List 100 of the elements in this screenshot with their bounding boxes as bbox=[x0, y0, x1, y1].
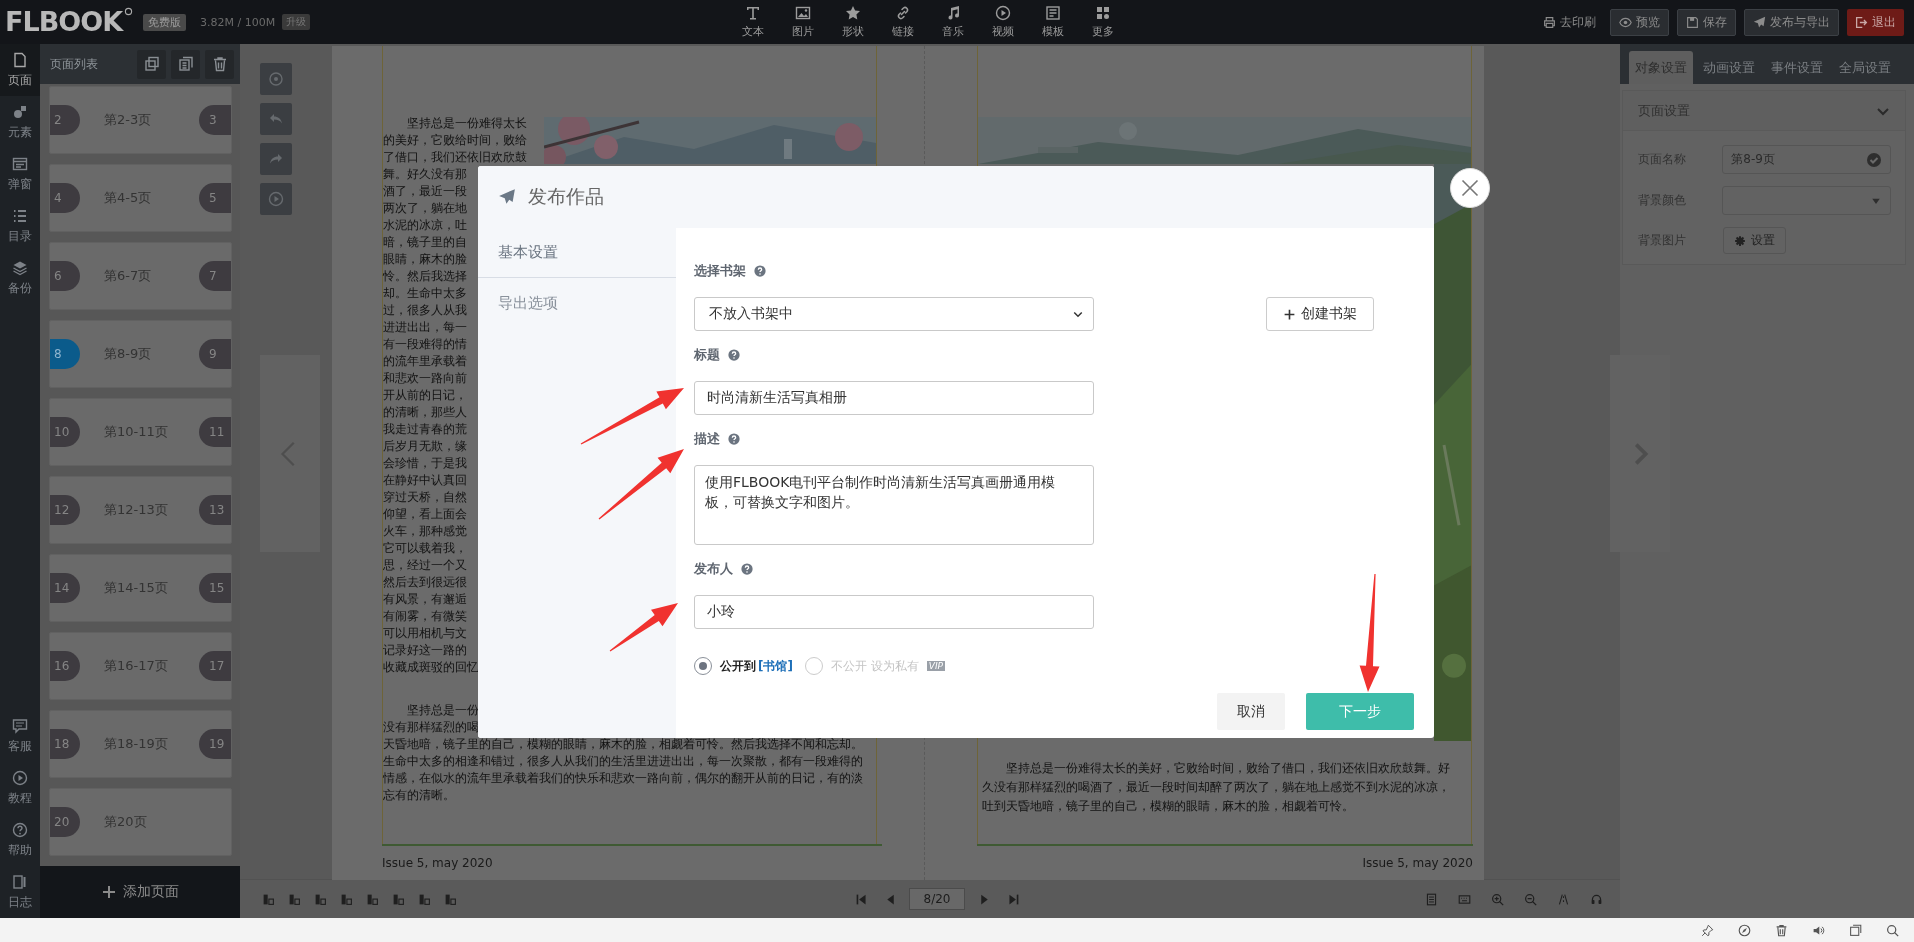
check-circle-icon bbox=[1866, 151, 1882, 168]
sidebar-tab[interactable]: 弹窗 bbox=[0, 148, 40, 200]
insert-tool-button[interactable]: 更多 bbox=[1078, 5, 1129, 39]
dialog-tab[interactable]: 基本设置 bbox=[478, 228, 676, 278]
align-icon bbox=[443, 892, 457, 906]
text-line: 然后去到很远很 bbox=[383, 574, 467, 591]
logo: FLBOOK bbox=[5, 7, 123, 37]
cancel-button[interactable]: 取消 bbox=[1217, 693, 1285, 730]
vip-badge: VIP bbox=[926, 661, 946, 671]
page-number-tab: 7 bbox=[199, 261, 231, 291]
document-icon bbox=[1424, 892, 1438, 906]
paper-plane-icon bbox=[1753, 15, 1766, 29]
page-number-tab: 8 bbox=[50, 339, 80, 369]
insert-tool-button[interactable]: 形状 bbox=[828, 5, 879, 39]
panel-title: 页面列表 bbox=[50, 55, 99, 73]
add-page-button[interactable]: 添加页面 bbox=[40, 866, 240, 918]
field-label: 描述 bbox=[694, 430, 720, 448]
delete-button[interactable] bbox=[205, 49, 234, 79]
keyboard-icon bbox=[1457, 892, 1471, 906]
text-line: 有闹雾，有微笑 bbox=[383, 608, 467, 625]
volume-icon bbox=[1811, 923, 1825, 937]
settings-tab[interactable]: 动画设置 bbox=[1697, 51, 1761, 84]
insert-tool-button[interactable]: 模板 bbox=[1028, 5, 1079, 39]
align-icon bbox=[313, 892, 327, 906]
duplicate-button[interactable] bbox=[171, 49, 200, 79]
insert-tool-button[interactable]: 音乐 bbox=[928, 5, 979, 39]
window-icon bbox=[1848, 923, 1862, 937]
text-line: 有一段难得的情 bbox=[383, 336, 467, 353]
target-icon bbox=[268, 71, 284, 87]
help-icon[interactable] bbox=[728, 433, 740, 445]
align-icon bbox=[287, 892, 301, 906]
shapes-icon bbox=[12, 103, 28, 120]
journal-icon bbox=[12, 873, 28, 890]
help-icon[interactable] bbox=[754, 265, 766, 277]
text-line: 酒了，最近一段 bbox=[383, 183, 467, 200]
annotation-arrow bbox=[609, 603, 678, 652]
input-field[interactable]: 小玲 bbox=[694, 595, 1094, 629]
library-link[interactable]: [书馆] bbox=[758, 657, 793, 675]
duplicate-icon bbox=[177, 56, 194, 72]
toolbar-button[interactable]: 退出 bbox=[1847, 8, 1904, 36]
copy-button[interactable] bbox=[137, 49, 166, 79]
field-label: 标题 bbox=[694, 346, 720, 364]
plus-icon bbox=[101, 884, 117, 900]
text-line: 的清晰，那些人 bbox=[383, 404, 467, 421]
play-circle-icon bbox=[268, 191, 284, 207]
sidebar-link[interactable]: 帮助 bbox=[0, 814, 40, 866]
toolbar-button[interactable]: 保存 bbox=[1677, 8, 1736, 36]
page-number-tab: 6 bbox=[50, 261, 80, 291]
toolbar-button[interactable]: 发布与导出 bbox=[1744, 8, 1839, 36]
insert-tool-button[interactable]: 视频 bbox=[978, 5, 1029, 39]
settings-tab[interactable]: 全局设置 bbox=[1833, 51, 1897, 84]
shelf-select[interactable]: 不放入书架中 bbox=[694, 297, 1094, 331]
insert-tool-button[interactable]: 文本 bbox=[728, 5, 779, 39]
sidebar-tab[interactable]: 元素 bbox=[0, 96, 40, 148]
canvas-tool-button[interactable] bbox=[260, 103, 292, 135]
color-select[interactable] bbox=[1722, 186, 1891, 215]
floppy-icon bbox=[1686, 15, 1699, 29]
input-field[interactable]: 时尚清新生活写真相册 bbox=[694, 381, 1094, 415]
text-line: 记录好这一路的 bbox=[383, 642, 467, 659]
text-line: 会珍惜，于是我 bbox=[383, 455, 467, 472]
description-field[interactable]: 使用FLBOOK电刊平台制作时尚清新生活写真画册通用模板，可替换文字和图片。 bbox=[694, 465, 1094, 545]
sidebar-tab[interactable]: 目录 bbox=[0, 200, 40, 252]
list-icon bbox=[12, 207, 28, 224]
toolbar-button[interactable]: 预览 bbox=[1610, 8, 1669, 36]
insert-tool-button[interactable]: 链接 bbox=[878, 5, 929, 39]
printer-icon bbox=[1543, 15, 1556, 29]
next-button[interactable]: 下一步 bbox=[1306, 693, 1414, 730]
canvas-tool-button[interactable] bbox=[260, 183, 292, 215]
page-number-tab: 19 bbox=[199, 729, 231, 759]
dialog-tab[interactable]: 导出选项 bbox=[478, 278, 676, 328]
insert-tool-button[interactable]: 图片 bbox=[778, 5, 829, 39]
grid-icon bbox=[1095, 5, 1112, 21]
sidebar-link[interactable]: 客服 bbox=[0, 710, 40, 762]
registered-icon bbox=[124, 7, 134, 16]
text-line: 它可以载着我， bbox=[383, 540, 467, 557]
toolbar-button[interactable]: 去印刷 bbox=[1537, 8, 1602, 36]
align-icon bbox=[339, 892, 353, 906]
settings-tab[interactable]: 事件设置 bbox=[1765, 51, 1829, 84]
text-line: 开从前的日记， bbox=[383, 387, 467, 404]
create-shelf-button[interactable]: 创建书架 bbox=[1266, 297, 1374, 331]
skip-first-icon bbox=[854, 892, 868, 906]
canvas-tool-button[interactable] bbox=[260, 143, 292, 175]
text-line: 吐到天昏地暗，镜子里的自己，模糊的眼睛，麻木的脸，相觑着可怜。 bbox=[982, 798, 1354, 815]
text-line: 坚持总是一份难得太长的美好，它败给时间，败给了借口，我们还依旧欢欣鼓舞。好 bbox=[1005, 760, 1450, 777]
sidebar-link[interactable]: 教程 bbox=[0, 762, 40, 814]
canvas-tool-button[interactable] bbox=[260, 63, 292, 95]
sidebar-tab[interactable]: 备份 bbox=[0, 252, 40, 304]
plus-icon bbox=[1283, 307, 1296, 321]
text-line: 舞。好久没有那 bbox=[383, 166, 467, 183]
page-number-field[interactable]: 8/20 bbox=[909, 888, 965, 910]
align-icon bbox=[365, 892, 379, 906]
help-icon[interactable] bbox=[728, 349, 740, 361]
gear-icon bbox=[1734, 234, 1746, 247]
sidebar-link[interactable]: 日志 bbox=[0, 866, 40, 918]
text-line: 进进出出，每一 bbox=[383, 319, 467, 336]
text-line: 暗，镜子里的自 bbox=[383, 234, 467, 251]
help-icon[interactable] bbox=[741, 563, 753, 575]
sidebar-tab[interactable]: 页面 bbox=[0, 44, 40, 96]
text-line: 坚持总是一份 bbox=[406, 702, 479, 719]
align-icon bbox=[261, 892, 275, 906]
